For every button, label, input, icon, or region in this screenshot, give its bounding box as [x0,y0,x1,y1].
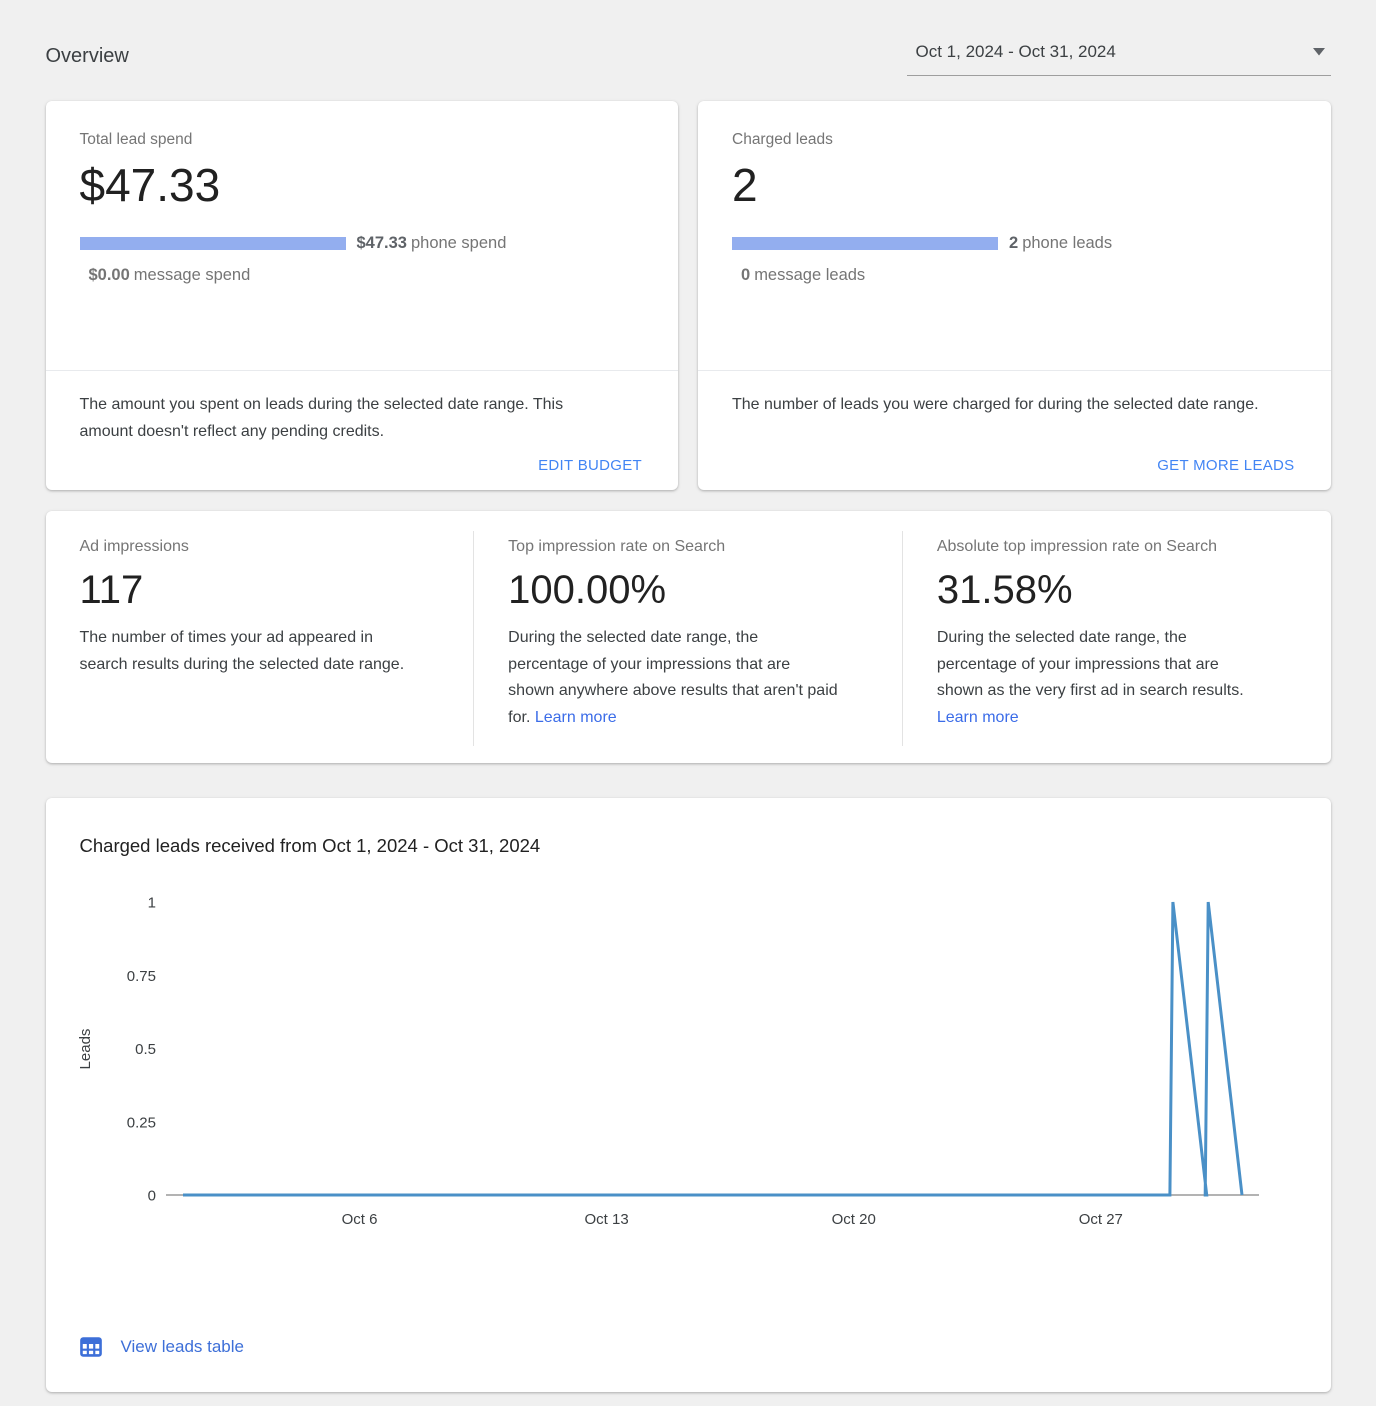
phone-spend-label: phone spend [411,234,506,252]
phone-leads-bar [732,237,998,250]
page-title: Overview [46,44,129,68]
x-axis-tick-label: Oct 13 [584,1211,628,1228]
y-axis-tick-label: 1 [147,895,155,912]
edit-budget-button[interactable]: EDIT BUDGET [80,457,643,474]
stat-absolute-top-impression-rate: Absolute top impression rate on Search 3… [903,511,1331,763]
stat-description: During the selected date range, the perc… [937,625,1267,731]
phone-leads-text: 2phone leads [1009,234,1112,253]
stat-label: Absolute top impression rate on Search [937,536,1301,557]
stat-label: Top impression rate on Search [508,536,872,557]
total-lead-spend-value: $47.33 [80,158,645,212]
message-spend-amount: $0.00 [89,266,130,284]
total-lead-spend-summary: Total lead spend $47.33 $47.33phone spen… [46,101,679,371]
date-range-select[interactable]: Oct 1, 2024 - Oct 31, 2024 [907,41,1331,76]
y-axis-tick-label: 0.5 [135,1041,156,1058]
message-leads-text: 0message leads [741,266,1297,285]
x-axis-tick-label: Oct 20 [831,1211,875,1228]
total-lead-spend-label: Total lead spend [80,130,645,150]
phone-leads-count: 2 [1009,234,1018,252]
message-leads-label: message leads [754,266,865,284]
phone-leads-row: 2phone leads [732,234,1297,253]
message-spend-label: message spend [134,266,251,284]
phone-spend-bar [80,237,346,250]
message-leads-count: 0 [741,266,750,284]
charged-leads-summary: Charged leads 2 2phone leads 0message le… [698,101,1331,371]
view-leads-table-button[interactable]: View leads table [78,1334,245,1360]
total-lead-spend-card: Total lead spend $47.33 $47.33phone spen… [46,101,679,490]
get-more-leads-button[interactable]: GET MORE LEADS [732,457,1295,474]
view-leads-table-label: View leads table [121,1337,245,1357]
phone-spend-row: $47.33phone spend [80,234,645,253]
charged-leads-footer: The number of leads you were charged for… [698,371,1331,490]
stat-value: 31.58% [937,567,1301,613]
leads-line-chart: 1 0.75 0.5 0.25 0 Oct 6 Oct 13 Oct 20 Oct 27 Lead… [46,868,1331,1288]
phone-spend-text: $47.33phone spend [357,234,507,253]
stat-top-impression-rate: Top impression rate on Search 100.00% Du… [474,511,902,763]
stat-description: The number of times your ad appeared in … [80,625,410,678]
y-axis-tick-label: 0.75 [126,968,155,985]
stat-description: During the selected date range, the perc… [508,625,838,731]
stat-value: 100.00% [508,567,872,613]
stat-description-text: The number of times your ad appeared in … [80,629,405,673]
charged-leads-card: Charged leads 2 2phone leads 0message le… [698,101,1331,490]
message-spend-text: $0.00message spend [89,266,645,285]
y-axis-title: Leads [77,1029,94,1070]
phone-spend-amount: $47.33 [357,234,407,252]
chart-title: Charged leads received from Oct 1, 2024 … [46,798,1331,858]
charged-leads-value: 2 [732,158,1297,212]
learn-more-link[interactable]: Learn more [535,709,617,726]
impressions-stats-card: Ad impressions 117 The number of times y… [46,511,1331,763]
date-range-value: Oct 1, 2024 - Oct 31, 2024 [916,41,1116,63]
stat-description-text: During the selected date range, the perc… [937,629,1244,699]
stat-ad-impressions: Ad impressions 117 The number of times y… [46,511,474,763]
topbar: Overview Oct 1, 2024 - Oct 31, 2024 [46,44,1331,76]
total-lead-spend-footer: The amount you spent on leads during the… [46,371,679,490]
table-icon [78,1334,104,1360]
chevron-down-icon [1313,48,1325,56]
charged-leads-chart-card: Charged leads received from Oct 1, 2024 … [46,798,1331,1392]
x-axis-tick-label: Oct 27 [1078,1211,1122,1228]
total-lead-spend-description: The amount you spent on leads during the… [80,391,615,445]
stat-label: Ad impressions [80,536,444,557]
y-axis-tick-label: 0.25 [126,1114,155,1131]
leads-series-line [183,902,1242,1195]
phone-leads-label: phone leads [1022,234,1112,252]
overview-page: Overview Oct 1, 2024 - Oct 31, 2024 Tota… [46,0,1331,1392]
learn-more-link[interactable]: Learn more [937,709,1019,726]
charged-leads-label: Charged leads [732,130,1297,150]
y-axis-tick-label: 0 [147,1188,155,1205]
stat-value: 117 [80,567,444,613]
x-axis-tick-label: Oct 6 [341,1211,377,1228]
charged-leads-description: The number of leads you were charged for… [732,391,1267,418]
lead-cards-row: Total lead spend $47.33 $47.33phone spen… [46,101,1331,490]
